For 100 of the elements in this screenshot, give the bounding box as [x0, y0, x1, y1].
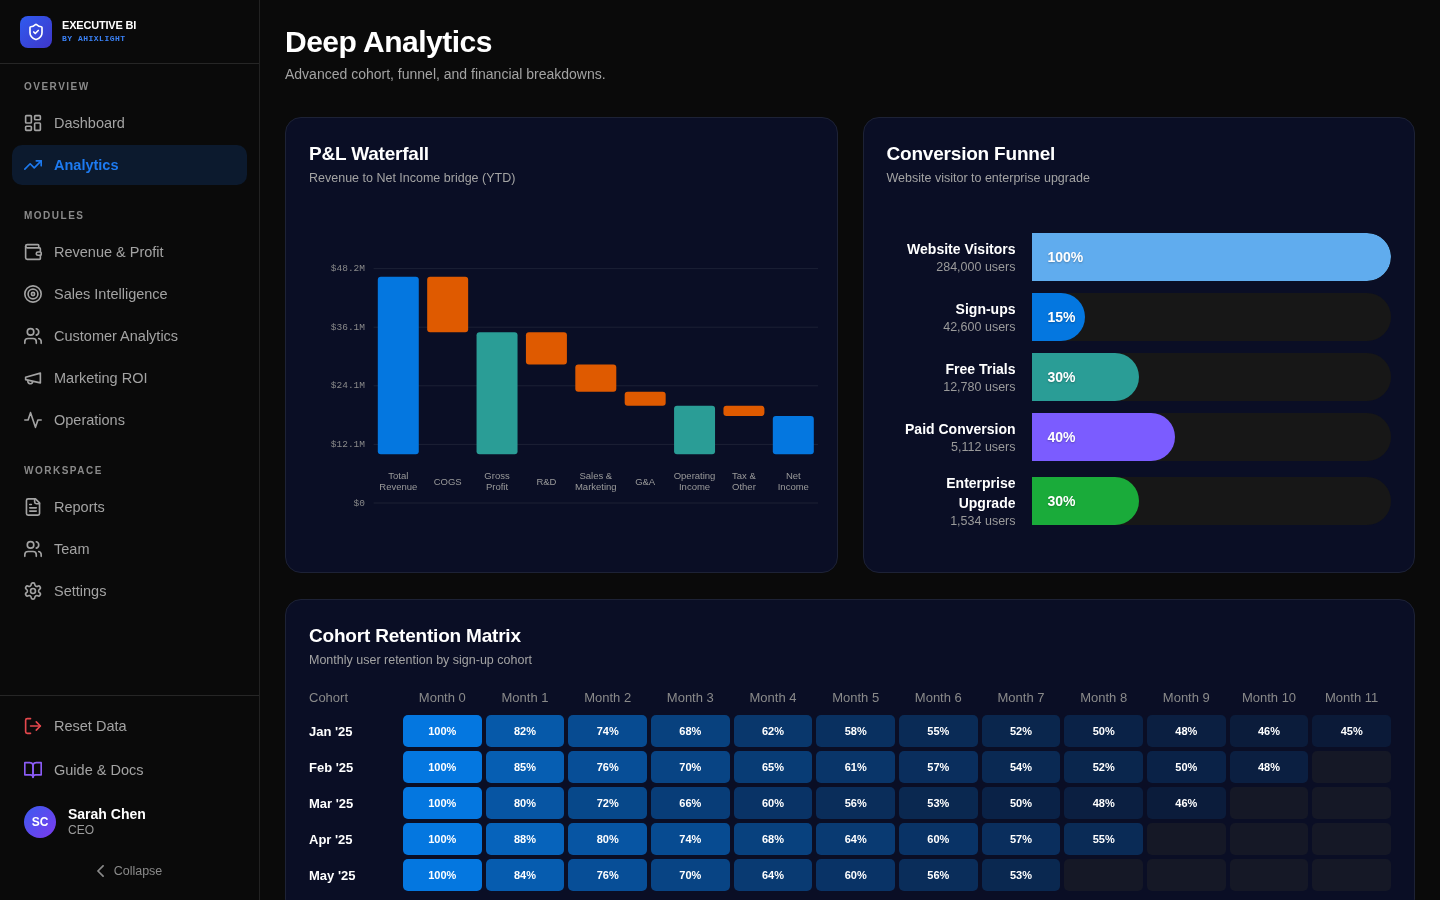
stage-users: 1,534 users: [949, 513, 1016, 529]
retention-cell: 72%: [568, 787, 647, 819]
axis-label: $36.1M: [330, 321, 365, 333]
retention-cell: 100%: [403, 787, 482, 819]
users-icon: [24, 327, 42, 345]
retention-cell: 82%: [485, 715, 565, 747]
category-label: Operating Income: [673, 469, 716, 492]
avatar: SC: [24, 806, 56, 838]
stage-name: Paid Conversion: [904, 420, 1016, 439]
retention-cell: 48%: [1064, 787, 1143, 819]
retention-cell: 50%: [1064, 715, 1143, 747]
nav-item[interactable]: Sales Intelligence: [12, 274, 247, 314]
megaphone-icon: [24, 369, 42, 387]
category-label: Net Income: [777, 469, 809, 492]
retention-cell: 76%: [568, 859, 647, 891]
card-title: P&L Waterfall: [309, 142, 430, 166]
nav-item[interactable]: Settings: [12, 571, 247, 611]
card-subtitle: Monthly user retention by sign-up cohort: [309, 652, 534, 669]
retention-cell: 60%: [899, 823, 978, 855]
retention-cell: 56%: [816, 787, 895, 819]
nav-item[interactable]: Team: [12, 529, 247, 569]
category-label: Gross Profit: [484, 469, 510, 492]
users-icon: [24, 540, 42, 558]
brand-tagline: BY AHIXLIGHT: [62, 33, 127, 44]
section-label: OVERVIEW: [23, 80, 91, 94]
category-label: G&A: [635, 475, 656, 486]
retention-cell: 48%: [1147, 715, 1226, 747]
column-header: Month 2: [583, 689, 633, 707]
user-name: Sarah Chen: [68, 806, 146, 823]
section-label: MODULES: [23, 209, 86, 223]
collapse-button[interactable]: Collapse: [12, 854, 247, 888]
retention-cell: 74%: [568, 715, 647, 747]
page-subtitle: Advanced cohort, funnel, and financial breakdowns.: [285, 65, 607, 84]
retention-cell: 53%: [899, 787, 978, 819]
stage-name: Enterprise Upgrade: [945, 474, 1016, 513]
retention-cell: 55%: [899, 715, 978, 747]
stage-users: 42,600 users: [942, 319, 1016, 335]
card-title: Cohort Retention Matrix: [309, 624, 522, 648]
row-header: Feb '25: [309, 758, 355, 777]
retention-cell: 60%: [816, 859, 895, 891]
retention-cell: 57%: [981, 823, 1061, 855]
retention-cell: 80%: [485, 787, 565, 819]
retention-cell: 60%: [733, 787, 813, 819]
nav-item[interactable]: Analytics: [12, 145, 247, 185]
retention-cell: 46%: [1147, 787, 1226, 819]
nav-item[interactable]: Marketing ROI: [12, 358, 247, 398]
row-header: Apr '25: [309, 830, 354, 849]
nav-item[interactable]: Dashboard: [12, 103, 247, 143]
retention-cell: 84%: [485, 859, 565, 891]
retention-cell: 57%: [899, 751, 978, 783]
wallet-icon: [24, 243, 42, 261]
shield-check-icon: [20, 15, 52, 48]
category-label: Total Revenue: [379, 469, 418, 492]
column-header: Month 10: [1240, 689, 1298, 707]
retention-cell: 100%: [403, 715, 482, 747]
nav-item[interactable]: Operations: [12, 400, 247, 440]
row-header: Mar '25: [309, 794, 355, 813]
row-header: May '25: [309, 866, 357, 885]
waterfall-bar: [674, 405, 716, 455]
retention-cell: 50%: [981, 787, 1061, 819]
retention-cell: 52%: [981, 715, 1061, 747]
row-header: Jan '25: [309, 722, 354, 741]
category-label: R&D: [536, 475, 557, 486]
document-icon: [24, 498, 42, 516]
category-label: Sales & Marketing: [574, 469, 617, 492]
sidebar-link[interactable]: Reset Data: [12, 706, 247, 746]
sidebar-link[interactable]: Guide & Docs: [12, 750, 247, 790]
nav-item[interactable]: Revenue & Profit: [12, 232, 247, 272]
target-icon: [24, 285, 42, 303]
retention-cell: 85%: [485, 751, 565, 783]
retention-cell: 64%: [733, 859, 813, 891]
retention-cell: 66%: [651, 787, 730, 819]
stage-users: 284,000 users: [935, 259, 1016, 275]
retention-cell: 74%: [651, 823, 730, 855]
waterfall-bar: [525, 332, 567, 365]
column-header: Month 6: [913, 689, 963, 707]
waterfall-bar: [772, 415, 814, 455]
retention-cell: 64%: [816, 823, 895, 855]
percent-label: 100%: [1047, 249, 1084, 265]
percent-label: 40%: [1047, 429, 1076, 445]
stage-users: 12,780 users: [942, 379, 1016, 395]
retention-cell: 76%: [568, 751, 647, 783]
axis-label: $12.1M: [330, 438, 365, 450]
nav-item[interactable]: Customer Analytics: [12, 316, 247, 356]
column-header: Month 5: [831, 689, 881, 707]
user-role: CEO: [68, 823, 95, 838]
column-header: Cohort: [309, 689, 350, 707]
column-header: Month 11: [1324, 689, 1380, 707]
retention-cell: 70%: [651, 859, 730, 891]
retention-cell: 53%: [981, 859, 1061, 891]
column-header: Month 3: [665, 689, 715, 707]
column-header: Month 4: [748, 689, 798, 707]
retention-cell: 61%: [816, 751, 895, 783]
stage-users: 5,112 users: [950, 439, 1016, 455]
axis-label: $48.2M: [330, 263, 365, 275]
dashboard-grid-icon: [24, 114, 42, 132]
retention-cell: 88%: [485, 823, 565, 855]
nav-item[interactable]: Reports: [12, 487, 247, 527]
waterfall-bar: [624, 391, 666, 406]
axis-label: $24.1M: [330, 380, 365, 392]
